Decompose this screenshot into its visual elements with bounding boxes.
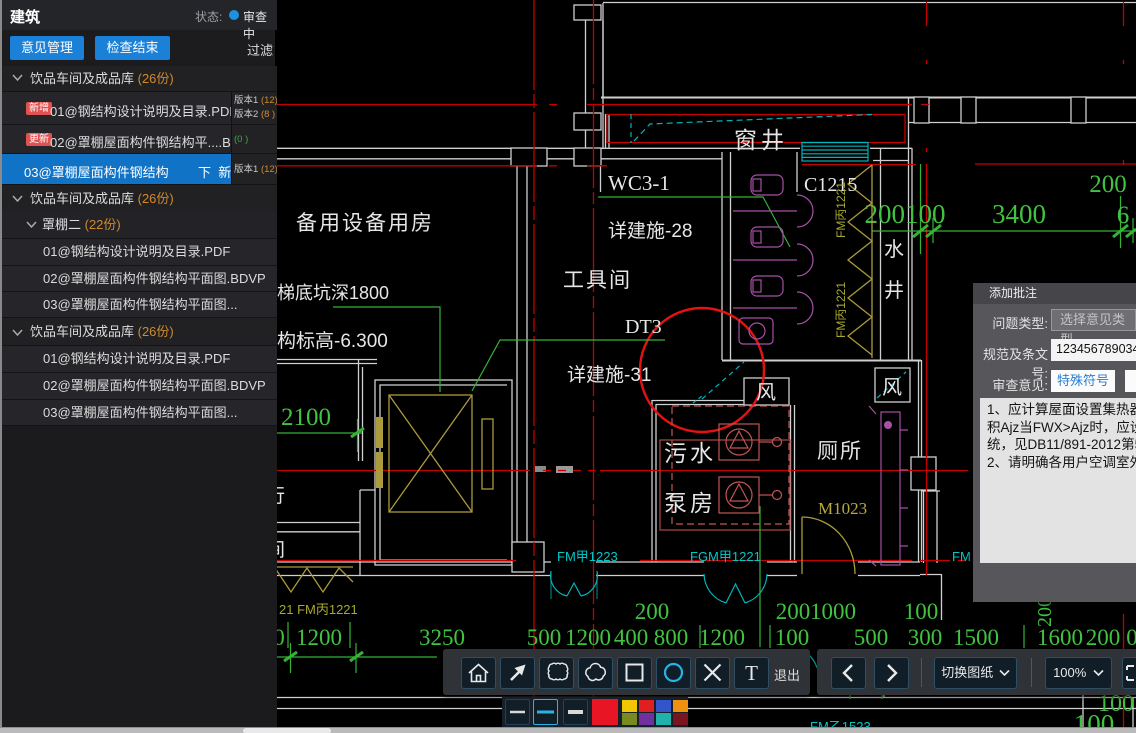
svg-text:FM甲1223: FM甲1223 [557,549,618,564]
svg-text:FM丙1221: FM丙1221 [834,282,848,338]
svg-text:梯底坑深1800: 梯底坑深1800 [277,283,389,303]
svg-text:构标高-6.300: 构标高-6.300 [277,330,388,352]
svg-text:400: 400 [614,625,649,650]
svg-text:T: T [745,661,758,685]
svg-text:2100: 2100 [281,404,331,431]
svg-text:C1215: C1215 [804,174,857,196]
svg-text:1500: 1500 [953,625,999,650]
svg-text:3400: 3400 [992,199,1046,229]
svg-text:800: 800 [654,625,689,650]
svg-text:备用设备用房: 备用设备用房 [296,212,434,235]
svg-text:3250: 3250 [419,625,465,650]
svg-text:详建施-28: 详建施-28 [608,220,692,242]
svg-text:0: 0 [1126,625,1136,650]
svg-text:6: 6 [1117,202,1130,229]
svg-text:井: 井 [884,279,904,302]
svg-text:FM丙1221: FM丙1221 [834,182,848,238]
svg-text:300: 300 [908,625,943,650]
svg-text:200: 200 [1086,625,1121,650]
svg-text:1200: 1200 [565,625,611,650]
svg-text:风: 风 [882,377,902,399]
svg-text:200: 200 [1089,171,1127,198]
svg-text:200100: 200100 [865,199,946,229]
svg-text:200: 200 [635,599,670,624]
svg-text:工具间: 工具间 [563,269,632,292]
svg-text:1200: 1200 [699,625,745,650]
svg-text:窗井: 窗井 [734,127,788,153]
svg-text:详建施-31: 详建施-31 [567,364,651,386]
svg-text:DT3: DT3 [625,316,662,338]
svg-text:水: 水 [884,238,904,261]
svg-text:200: 200 [776,599,811,624]
svg-text:泵房: 泵房 [664,490,716,516]
svg-text:污水: 污水 [664,440,716,466]
svg-text:1600: 1600 [1037,625,1083,650]
svg-text:风: 风 [756,382,776,404]
svg-text:M1023: M1023 [818,499,867,518]
svg-text:100: 100 [904,599,939,624]
svg-text:500: 500 [854,625,889,650]
svg-text:FM: FM [952,549,971,564]
svg-text:1200: 1200 [296,625,342,650]
svg-text:500: 500 [527,625,562,650]
svg-text:100: 100 [775,625,810,650]
svg-text:WC3-1: WC3-1 [608,171,670,195]
svg-text:厕所: 厕所 [817,440,863,463]
svg-text:FGM甲1221: FGM甲1221 [690,549,761,564]
svg-text:21 FM丙1221: 21 FM丙1221 [279,602,358,617]
svg-text:1000: 1000 [810,599,856,624]
